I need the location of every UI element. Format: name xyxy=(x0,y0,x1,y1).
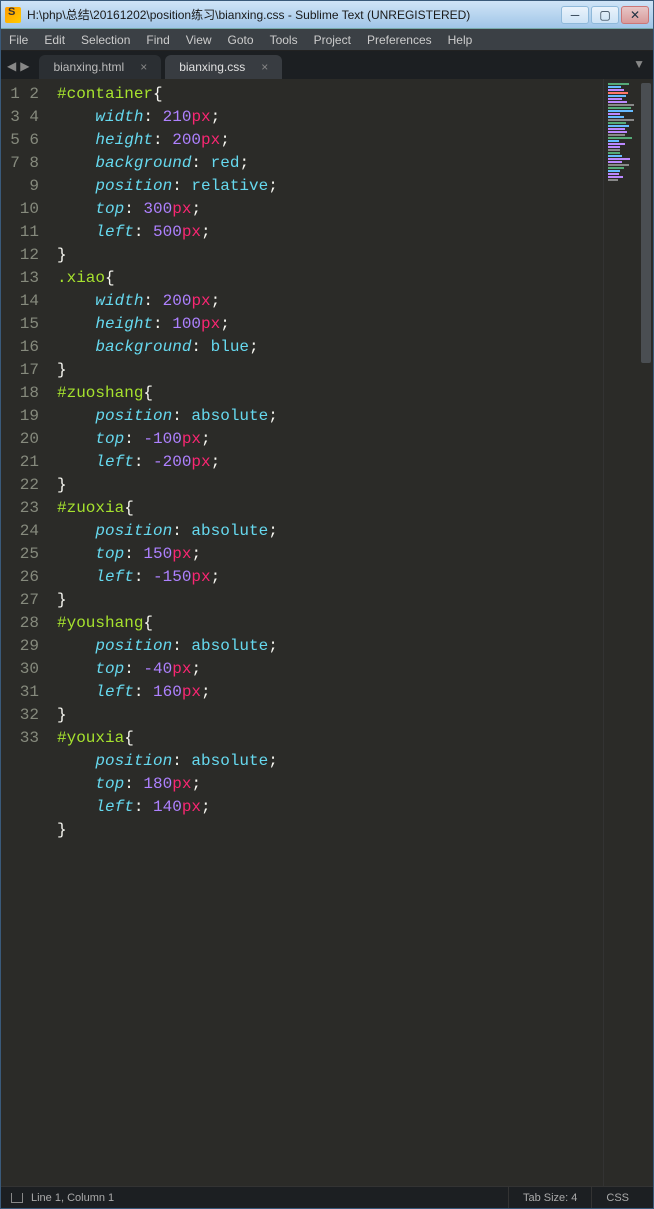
tab-label: bianxing.css xyxy=(179,60,245,74)
code-line: top: -100px; xyxy=(57,428,603,451)
code-line: #youxia{ xyxy=(57,727,603,750)
tab-label: bianxing.html xyxy=(53,60,124,74)
code-line: } xyxy=(57,704,603,727)
status-tab-size[interactable]: Tab Size: 4 xyxy=(508,1187,591,1208)
code-line: #container{ xyxy=(57,83,603,106)
code-line: background: red; xyxy=(57,152,603,175)
tab-history-arrows[interactable]: ◀ ▶ xyxy=(7,59,29,73)
line-number-gutter: 1 2 3 4 5 6 7 8 9 10 11 12 13 14 15 16 1… xyxy=(1,79,49,1186)
tab-close-icon[interactable]: × xyxy=(140,60,147,74)
app-icon xyxy=(5,7,21,23)
status-bar: Line 1, Column 1 Tab Size: 4 CSS xyxy=(1,1186,653,1208)
menu-edit[interactable]: Edit xyxy=(44,33,65,47)
code-line: } xyxy=(57,819,603,842)
maximize-button[interactable]: ▢ xyxy=(591,6,619,24)
menu-tools[interactable]: Tools xyxy=(270,33,298,47)
window-titlebar: H:\php\总结\20161202\position练习\bianxing.c… xyxy=(1,1,653,29)
code-line: } xyxy=(57,474,603,497)
menu-help[interactable]: Help xyxy=(448,33,473,47)
editor-area: 1 2 3 4 5 6 7 8 9 10 11 12 13 14 15 16 1… xyxy=(1,79,653,1186)
menu-selection[interactable]: Selection xyxy=(81,33,130,47)
code-line: top: 180px; xyxy=(57,773,603,796)
code-editor[interactable]: #container{ width: 210px; height: 200px;… xyxy=(49,79,603,1186)
tab-bianxing-css[interactable]: bianxing.css × xyxy=(165,55,282,79)
tab-bianxing-html[interactable]: bianxing.html × xyxy=(39,55,161,79)
code-line: left: 140px; xyxy=(57,796,603,819)
code-line: } xyxy=(57,244,603,267)
status-cursor-position[interactable]: Line 1, Column 1 xyxy=(31,1192,114,1204)
code-line: width: 210px; xyxy=(57,106,603,129)
minimize-button[interactable]: ─ xyxy=(561,6,589,24)
code-line: #zuoxia{ xyxy=(57,497,603,520)
code-line: position: absolute; xyxy=(57,635,603,658)
window-controls: ─ ▢ ✕ xyxy=(561,6,649,24)
menu-bar: File Edit Selection Find View Goto Tools… xyxy=(1,29,653,51)
window-title: H:\php\总结\20161202\position练习\bianxing.c… xyxy=(27,6,470,23)
code-line: } xyxy=(57,589,603,612)
code-line: left: -150px; xyxy=(57,566,603,589)
code-line: left: 160px; xyxy=(57,681,603,704)
minimap[interactable] xyxy=(603,79,639,1186)
code-line: top: -40px; xyxy=(57,658,603,681)
code-line: position: absolute; xyxy=(57,405,603,428)
menu-preferences[interactable]: Preferences xyxy=(367,33,432,47)
code-line: left: 500px; xyxy=(57,221,603,244)
scrollbar-thumb[interactable] xyxy=(641,83,651,363)
menu-find[interactable]: Find xyxy=(146,33,169,47)
code-line: top: 150px; xyxy=(57,543,603,566)
menu-file[interactable]: File xyxy=(9,33,28,47)
menu-project[interactable]: Project xyxy=(314,33,351,47)
code-line: position: absolute; xyxy=(57,750,603,773)
code-line: left: -200px; xyxy=(57,451,603,474)
tab-bar: ◀ ▶ bianxing.html × bianxing.css × ▼ xyxy=(1,51,653,79)
panel-switcher-icon[interactable] xyxy=(11,1193,23,1203)
menu-view[interactable]: View xyxy=(186,33,212,47)
code-line: width: 200px; xyxy=(57,290,603,313)
code-line: .xiao{ xyxy=(57,267,603,290)
code-line: background: blue; xyxy=(57,336,603,359)
code-line: position: absolute; xyxy=(57,520,603,543)
code-line: #youshang{ xyxy=(57,612,603,635)
code-line: position: relative; xyxy=(57,175,603,198)
code-line: height: 200px; xyxy=(57,129,603,152)
menu-goto[interactable]: Goto xyxy=(228,33,254,47)
code-line: height: 100px; xyxy=(57,313,603,336)
vertical-scrollbar[interactable] xyxy=(639,79,653,1186)
tab-close-icon[interactable]: × xyxy=(261,60,268,74)
code-line: #zuoshang{ xyxy=(57,382,603,405)
tab-overflow-icon[interactable]: ▼ xyxy=(633,57,645,71)
code-line: } xyxy=(57,359,603,382)
code-line: top: 300px; xyxy=(57,198,603,221)
status-syntax[interactable]: CSS xyxy=(591,1187,643,1208)
close-button[interactable]: ✕ xyxy=(621,6,649,24)
tab-forward-icon[interactable]: ▶ xyxy=(20,59,29,73)
tab-back-icon[interactable]: ◀ xyxy=(7,59,16,73)
